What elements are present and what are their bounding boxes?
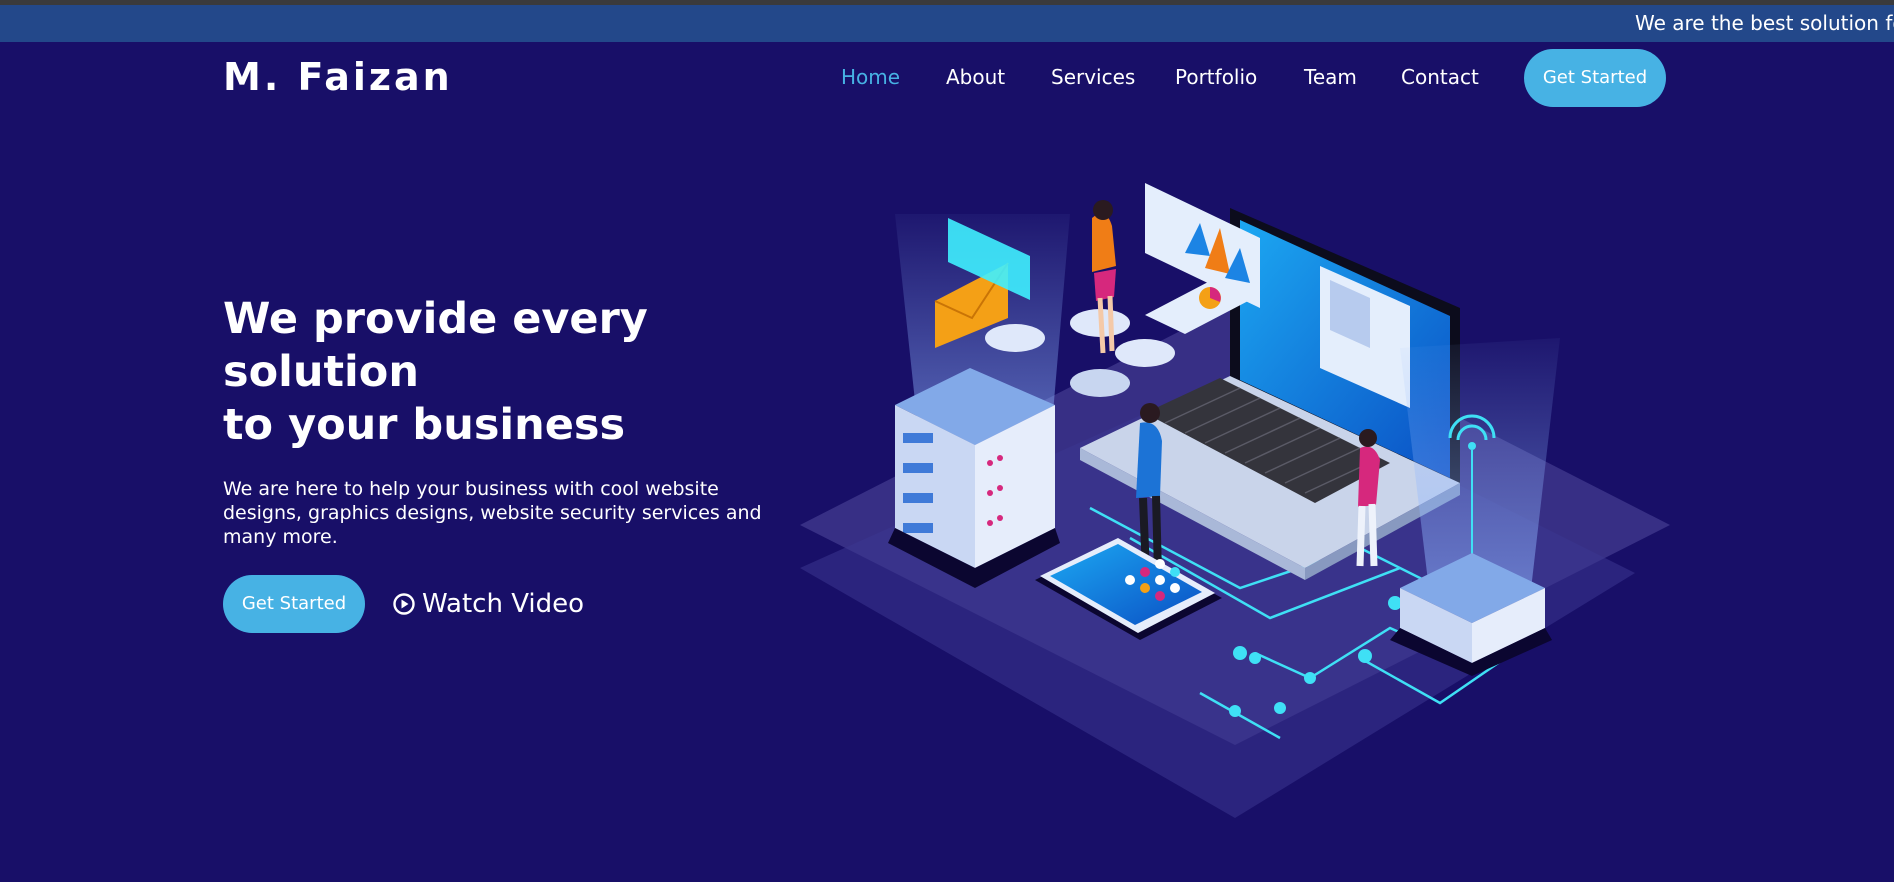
- watch-video-link[interactable]: Watch Video: [392, 586, 584, 622]
- hero-title: We provide every solution to your busine…: [223, 293, 743, 452]
- hero-title-line-1: We provide every solution: [223, 294, 648, 397]
- nav-team[interactable]: Team: [1304, 60, 1357, 94]
- nav-home[interactable]: Home: [841, 60, 900, 94]
- header-get-started-button[interactable]: Get Started: [1524, 49, 1666, 107]
- announcement-bar: We are the best solution fo: [0, 5, 1894, 42]
- hero-subtitle: We are here to help your business with c…: [223, 478, 762, 548]
- nav-contact[interactable]: Contact: [1401, 60, 1479, 94]
- nav-portfolio[interactable]: Portfolio: [1175, 60, 1257, 94]
- site-logo[interactable]: M. Faizan: [223, 52, 453, 102]
- announcement-text: We are the best solution fo: [1635, 11, 1894, 35]
- nav-services[interactable]: Services: [1051, 60, 1135, 94]
- hero-title-line-2: to your business: [223, 400, 626, 450]
- play-circle-icon: [393, 593, 415, 615]
- nav-about[interactable]: About: [946, 60, 1005, 94]
- hero-illustration: [800, 183, 1670, 818]
- hero-get-started-button[interactable]: Get Started: [223, 575, 365, 633]
- watch-video-label: Watch Video: [422, 589, 585, 619]
